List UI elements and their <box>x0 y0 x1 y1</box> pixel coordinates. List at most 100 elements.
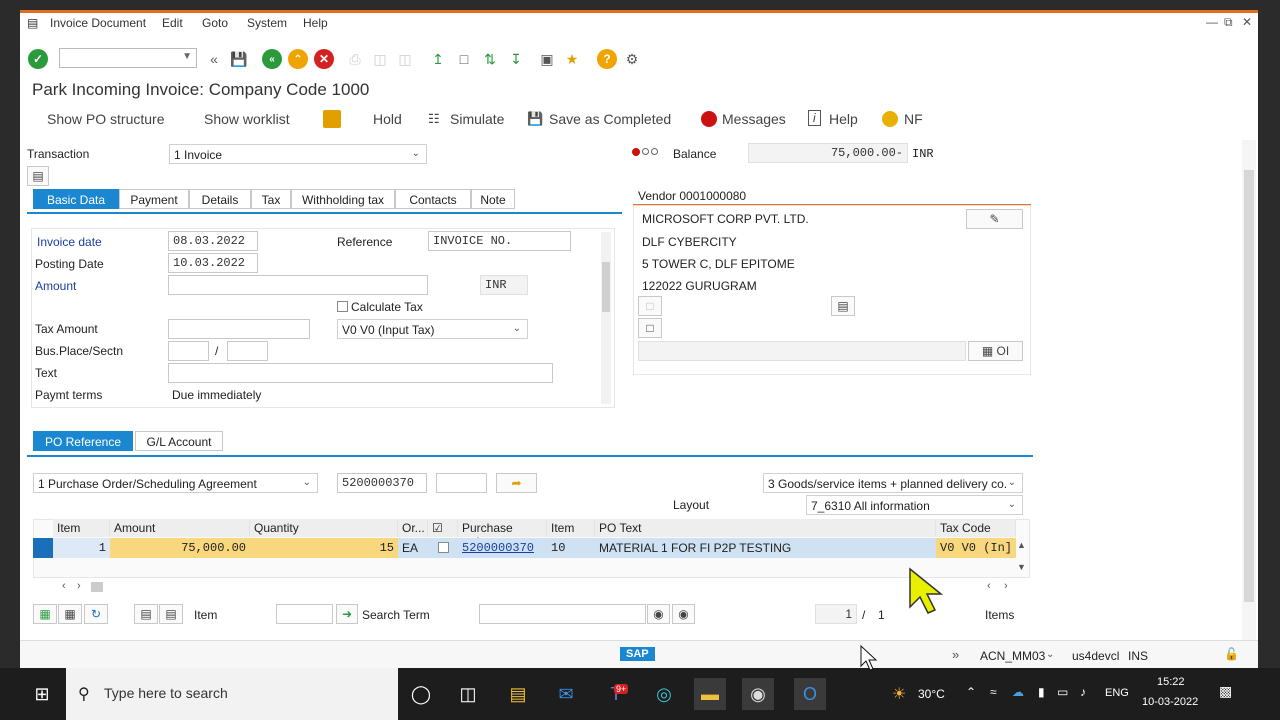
find-binoculars-icon[interactable]: ◉ <box>647 604 670 624</box>
delete-row-icon[interactable]: ▤ <box>159 604 183 624</box>
previous-page-icon[interactable]: □ <box>454 49 474 69</box>
table-scroll-left-icon[interactable]: ‹ <box>62 580 66 592</box>
enter-check-icon[interactable]: ✓ <box>28 49 48 69</box>
menu-edit[interactable]: Edit <box>162 16 183 30</box>
basic-data-scrollbar[interactable] <box>601 232 611 404</box>
language-indicator[interactable]: ENG <box>1105 687 1129 699</box>
microphone-icon[interactable]: ▮ <box>1038 685 1045 699</box>
table-scroll-left2-icon[interactable]: ‹ <box>987 580 991 592</box>
tab-withholding-tax[interactable]: Withholding tax <box>291 189 395 209</box>
vendor-delete-icon[interactable]: □ <box>638 318 662 338</box>
tab-contacts[interactable]: Contacts <box>395 189 471 209</box>
sap-gui-icon[interactable]: ◉ <box>742 678 774 710</box>
transaction-select[interactable]: 1 Invoice ⌄ <box>169 144 427 164</box>
save-as-completed-button[interactable]: Save as Completed <box>549 111 671 127</box>
cell-checkbox[interactable] <box>438 542 449 553</box>
briefcase-icon[interactable] <box>323 110 341 128</box>
reference-field[interactable]: INVOICE NO. <box>428 231 571 251</box>
first-page-icon[interactable]: ↥ <box>428 49 448 69</box>
col-po-item[interactable]: Item <box>547 519 595 537</box>
cell-order-unit[interactable]: EA <box>398 538 428 558</box>
shortcut-icon[interactable]: ★ <box>562 49 582 69</box>
col-purchase-order[interactable]: Purchase order <box>458 519 547 549</box>
col-check-icon[interactable]: ☑ <box>428 519 458 537</box>
tab-po-reference[interactable]: PO Reference <box>33 431 133 451</box>
open-items-button[interactable]: ▦ OI <box>968 341 1023 361</box>
speaker-muted-icon[interactable]: ♪ <box>1080 685 1086 699</box>
simulate-button[interactable]: Simulate <box>450 111 504 127</box>
page-scrollbar[interactable] <box>1242 140 1256 640</box>
battery-icon[interactable]: ▭ <box>1057 685 1068 699</box>
exit-icon[interactable]: ⌃ <box>288 49 308 69</box>
cell-item[interactable]: 1 <box>53 538 110 558</box>
po-item-field[interactable] <box>436 473 487 493</box>
help-button[interactable]: Help <box>829 111 858 127</box>
teams-icon[interactable]: T <box>600 678 632 710</box>
hold-button[interactable]: Hold <box>373 111 402 127</box>
menu-help[interactable]: Help <box>303 16 328 30</box>
create-session-icon[interactable]: ▣ <box>537 49 557 69</box>
insert-row-icon[interactable]: ▤ <box>134 604 158 624</box>
col-tax-code[interactable]: Tax Code <box>936 519 1016 537</box>
double-left-icon[interactable]: « <box>204 49 224 69</box>
select-all-icon[interactable]: ▦ <box>33 604 57 624</box>
bottom-item-field[interactable] <box>276 604 333 624</box>
sap-logon-icon[interactable]: ▬ <box>694 678 726 710</box>
po-open-icon[interactable]: ➦ <box>496 473 537 493</box>
menu-goto[interactable]: Goto <box>202 16 228 30</box>
sap-menu-icon[interactable]: ▤ <box>27 16 38 30</box>
tab-tax[interactable]: Tax <box>251 189 291 209</box>
clock-time[interactable]: 15:22 <box>1157 676 1185 688</box>
weather-sun-icon[interactable]: ☀ <box>892 684 906 704</box>
layout-icon[interactable]: ▤ <box>27 166 49 186</box>
col-order-unit[interactable]: Or... <box>398 519 428 537</box>
page-current-field[interactable]: 1 <box>815 604 857 624</box>
taskbar-search[interactable]: ⚲ Type here to search <box>66 668 398 720</box>
nf-button[interactable]: NF <box>904 111 923 127</box>
table-scroll-right-icon[interactable]: › <box>77 580 81 592</box>
onedrive-icon[interactable]: ☁ <box>1012 685 1024 699</box>
po-number-field[interactable]: 5200000370 <box>337 473 427 493</box>
invoice-date-field[interactable]: 08.03.2022 <box>168 231 258 251</box>
file-explorer-icon[interactable]: ▤ <box>502 678 534 710</box>
wifi-icon[interactable]: ≈ <box>990 685 997 699</box>
cell-purchase-order-link[interactable]: 5200000370 <box>458 538 547 558</box>
row-selector[interactable] <box>33 538 53 558</box>
task-view-icon[interactable]: ◯ <box>405 678 437 710</box>
col-amount[interactable]: Amount <box>110 519 250 537</box>
cell-po-item[interactable]: 10 <box>547 538 595 558</box>
find-next-binoculars-icon[interactable]: ◉ <box>672 604 695 624</box>
search-term-icon[interactable]: ➜ <box>336 604 358 624</box>
tax-code-select[interactable]: V0 V0 (Input Tax) ⌄ <box>337 319 528 339</box>
refresh-icon[interactable]: ↻ <box>84 604 108 624</box>
items-type-select[interactable]: 3 Goods/service items + planned delivery… <box>763 473 1023 493</box>
widgets-icon[interactable]: ◫ <box>452 678 484 710</box>
help-icon[interactable]: ? <box>597 49 617 69</box>
text-field[interactable] <box>168 363 553 383</box>
page-scroll-thumb[interactable] <box>1244 170 1254 602</box>
edge-browser-icon[interactable]: ◎ <box>648 678 680 710</box>
chevron-down-icon[interactable]: ⌄ <box>1046 649 1054 660</box>
next-page-icon[interactable]: ⇅ <box>480 49 500 69</box>
expand-status-icon[interactable]: » <box>952 647 959 662</box>
section-field[interactable] <box>227 341 268 361</box>
posting-date-field[interactable]: 10.03.2022 <box>168 253 258 273</box>
outlook-icon[interactable]: O <box>794 678 826 710</box>
tab-details[interactable]: Details <box>189 189 251 209</box>
table-scroll-right2-icon[interactable]: › <box>1004 580 1008 592</box>
deselect-icon[interactable]: ▦ <box>58 604 82 624</box>
calculate-tax-checkbox[interactable] <box>337 301 348 312</box>
tab-basic-data[interactable]: Basic Data <box>33 189 119 209</box>
col-item[interactable]: Item <box>53 519 110 537</box>
settings-gear-icon[interactable]: ⚙ <box>622 49 642 69</box>
close-icon[interactable]: ✕ <box>1242 15 1252 29</box>
show-po-structure-button[interactable]: Show PO structure <box>47 111 165 127</box>
table-scroll-up-icon[interactable]: ▲ <box>1017 540 1026 550</box>
back-icon[interactable]: « <box>262 49 282 69</box>
messages-button[interactable]: Messages <box>722 111 786 127</box>
cell-po-text[interactable]: MATERIAL 1 FOR FI P2P TESTING <box>595 538 936 558</box>
vendor-edit-icon[interactable]: ✎ <box>966 209 1023 229</box>
cancel-icon[interactable]: ✕ <box>314 49 334 69</box>
col-quantity[interactable]: Quantity <box>250 519 398 537</box>
last-page-icon[interactable]: ↧ <box>506 49 526 69</box>
